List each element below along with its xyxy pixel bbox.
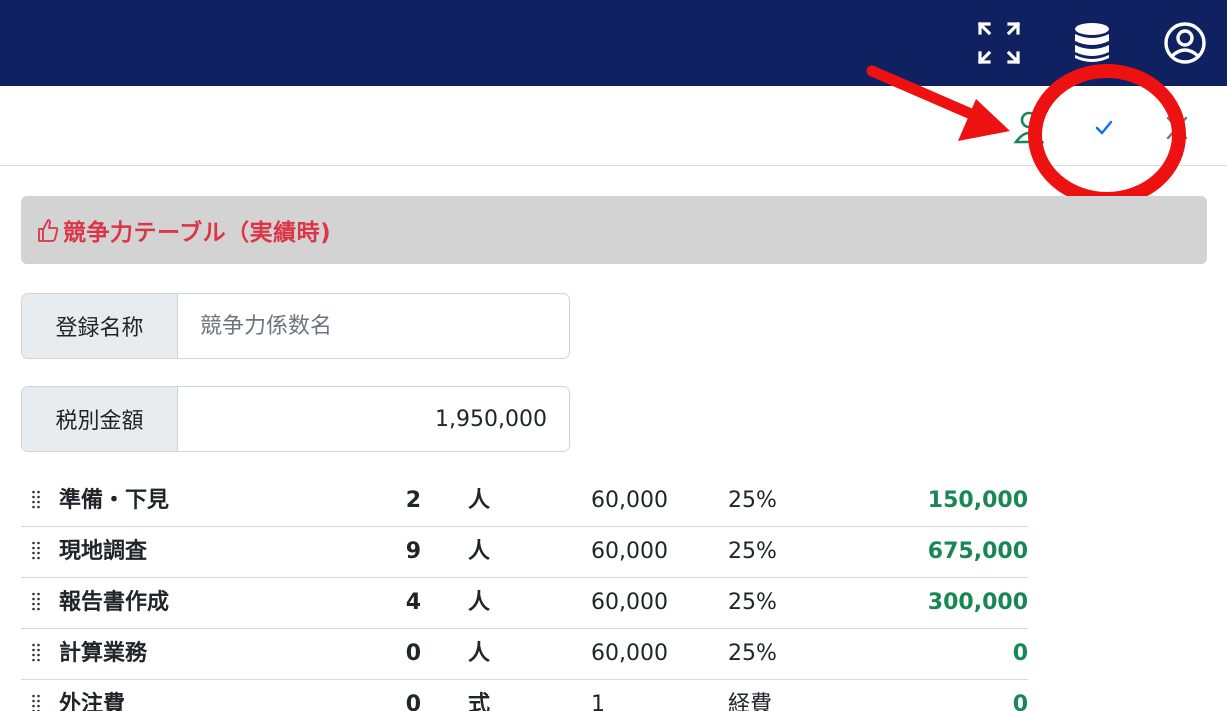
row-unit-price: 60,000: [591, 590, 668, 615]
table-row: 準備・下見 2 人 60,000 25% 150,000: [21, 476, 1028, 527]
table-row: 外注費 0 式 1 経費 0: [21, 680, 1028, 711]
row-rate: 25%: [728, 488, 777, 513]
drag-handle-icon[interactable]: [31, 541, 41, 563]
row-unit-price: 60,000: [591, 641, 668, 666]
check-icon[interactable]: [1085, 108, 1123, 146]
page-title: 競争力テーブル（実績時): [63, 220, 332, 246]
row-unit: 人: [468, 590, 491, 615]
row-rate: 25%: [728, 641, 777, 666]
amount-group: 税別金額: [21, 386, 570, 452]
registration-name-input[interactable]: [178, 294, 569, 358]
table-row: 現地調査 9 人 60,000 25% 675,000: [21, 527, 1028, 578]
top-navbar: [0, 0, 1227, 86]
row-unit: 人: [468, 641, 491, 666]
registration-name-group: 登録名称: [21, 293, 570, 359]
user-icon[interactable]: [1010, 108, 1048, 146]
section-header: 競争力テーブル（実績時): [21, 196, 1207, 264]
amount-input[interactable]: [178, 387, 569, 451]
row-name: 計算業務: [59, 641, 148, 666]
row-name: 準備・下見: [59, 488, 170, 513]
cost-table: 準備・下見 2 人 60,000 25% 150,000 現地調査 9 人 60…: [21, 476, 1028, 711]
row-name: 現地調査: [59, 539, 148, 564]
thumbs-up-icon: [37, 217, 59, 243]
row-amount: 0: [1012, 692, 1028, 711]
row-unit: 式: [468, 692, 491, 711]
row-rate: 25%: [728, 590, 777, 615]
registration-name-label: 登録名称: [22, 294, 178, 358]
table-row: 報告書作成 4 人 60,000 25% 300,000: [21, 578, 1028, 629]
row-unit-price: 60,000: [591, 488, 668, 513]
table-row: 計算業務 0 人 60,000 25% 0: [21, 629, 1028, 680]
drag-handle-icon[interactable]: [31, 490, 41, 512]
row-quantity[interactable]: 0: [391, 692, 421, 711]
row-quantity[interactable]: 2: [391, 488, 421, 514]
drag-handle-icon[interactable]: [31, 592, 41, 614]
drag-handle-icon[interactable]: [31, 694, 41, 711]
row-quantity[interactable]: 9: [391, 539, 421, 565]
row-unit-price: 1: [591, 692, 605, 711]
row-unit: 人: [468, 488, 491, 513]
row-amount: 150,000: [927, 488, 1028, 513]
row-quantity[interactable]: 4: [391, 590, 421, 616]
amount-label: 税別金額: [22, 387, 178, 451]
row-unit-price: 60,000: [591, 539, 668, 564]
row-amount: 300,000: [927, 590, 1028, 615]
row-name: 外注費: [59, 692, 126, 711]
close-icon[interactable]: [1160, 108, 1198, 146]
drag-handle-icon[interactable]: [31, 643, 41, 665]
row-name: 報告書作成: [59, 590, 170, 615]
row-rate: 25%: [728, 539, 777, 564]
row-unit: 人: [468, 539, 491, 564]
action-toolbar: [0, 86, 1227, 166]
fullscreen-icon[interactable]: [976, 20, 1022, 66]
row-rate: 経費: [728, 692, 773, 711]
row-amount: 0: [1012, 641, 1028, 666]
user-circle-icon[interactable]: [1162, 20, 1208, 66]
row-amount: 675,000: [927, 539, 1028, 564]
database-icon[interactable]: [1069, 20, 1115, 66]
row-quantity[interactable]: 0: [391, 641, 421, 667]
